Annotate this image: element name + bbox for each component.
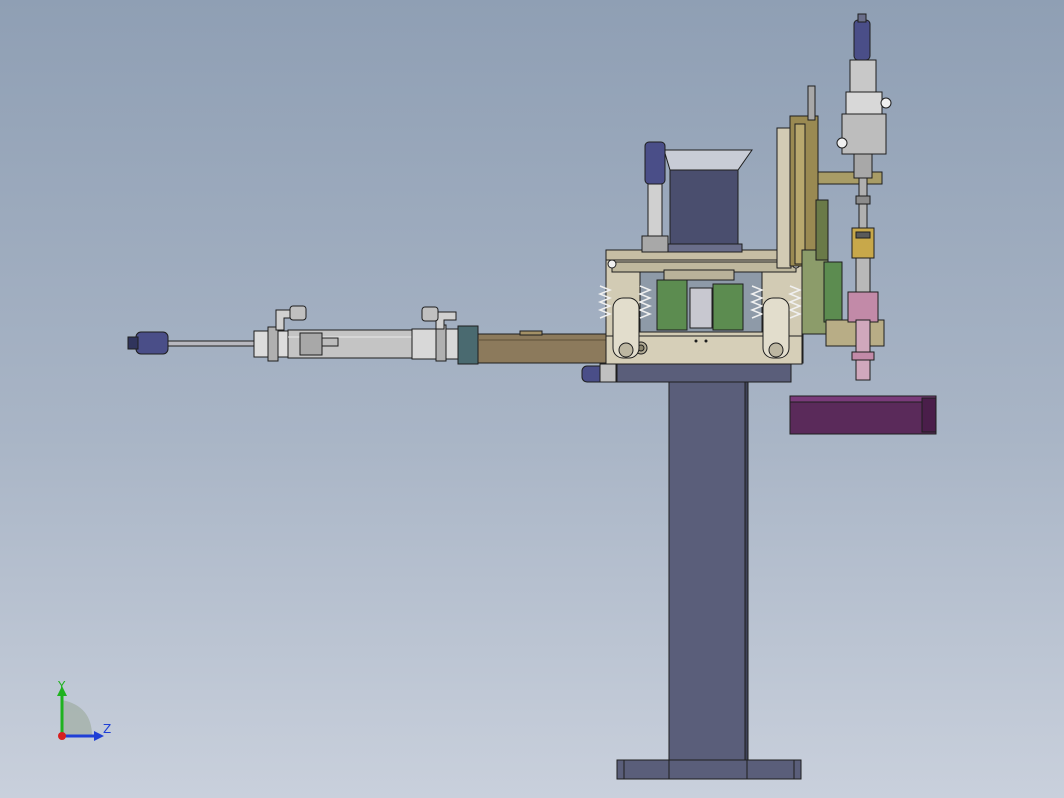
machine-assembly-drawing: Y Z <box>57 13 937 780</box>
column-foot-plate <box>616 759 802 780</box>
hopper <box>663 149 753 171</box>
base-column <box>616 361 802 780</box>
workpiece-block <box>789 395 937 435</box>
piston-rod <box>165 340 257 347</box>
slide-back-plate <box>776 127 792 269</box>
axis-triad[interactable]: Y Z <box>57 679 111 741</box>
column-side-face <box>744 379 749 763</box>
column-body <box>668 379 748 763</box>
arm-endcap <box>457 325 479 365</box>
z-axis-label: Z <box>103 722 111 736</box>
spindle-tube <box>855 257 871 295</box>
green-block <box>712 283 744 331</box>
triad-fill <box>62 700 92 736</box>
spindle-pink-block <box>847 291 879 323</box>
x-axis-dot <box>58 732 66 740</box>
nozzle-tip <box>855 319 871 381</box>
slide-side-plate <box>825 319 885 347</box>
spindle-top-cap <box>853 19 871 61</box>
motor-assembly <box>641 141 753 253</box>
cad-viewport[interactable]: Y Z <box>0 0 1064 798</box>
cylinder-rear-head <box>411 328 459 360</box>
y-axis-label: Y <box>57 679 66 693</box>
green-block <box>656 279 688 331</box>
rod-cap <box>644 141 666 185</box>
column-top-block <box>616 361 792 383</box>
spindle-clamp <box>841 113 887 155</box>
rod-end-nut <box>135 331 169 355</box>
guide-post <box>807 85 816 121</box>
motor-body <box>669 169 739 251</box>
vertical-rod <box>647 179 663 241</box>
